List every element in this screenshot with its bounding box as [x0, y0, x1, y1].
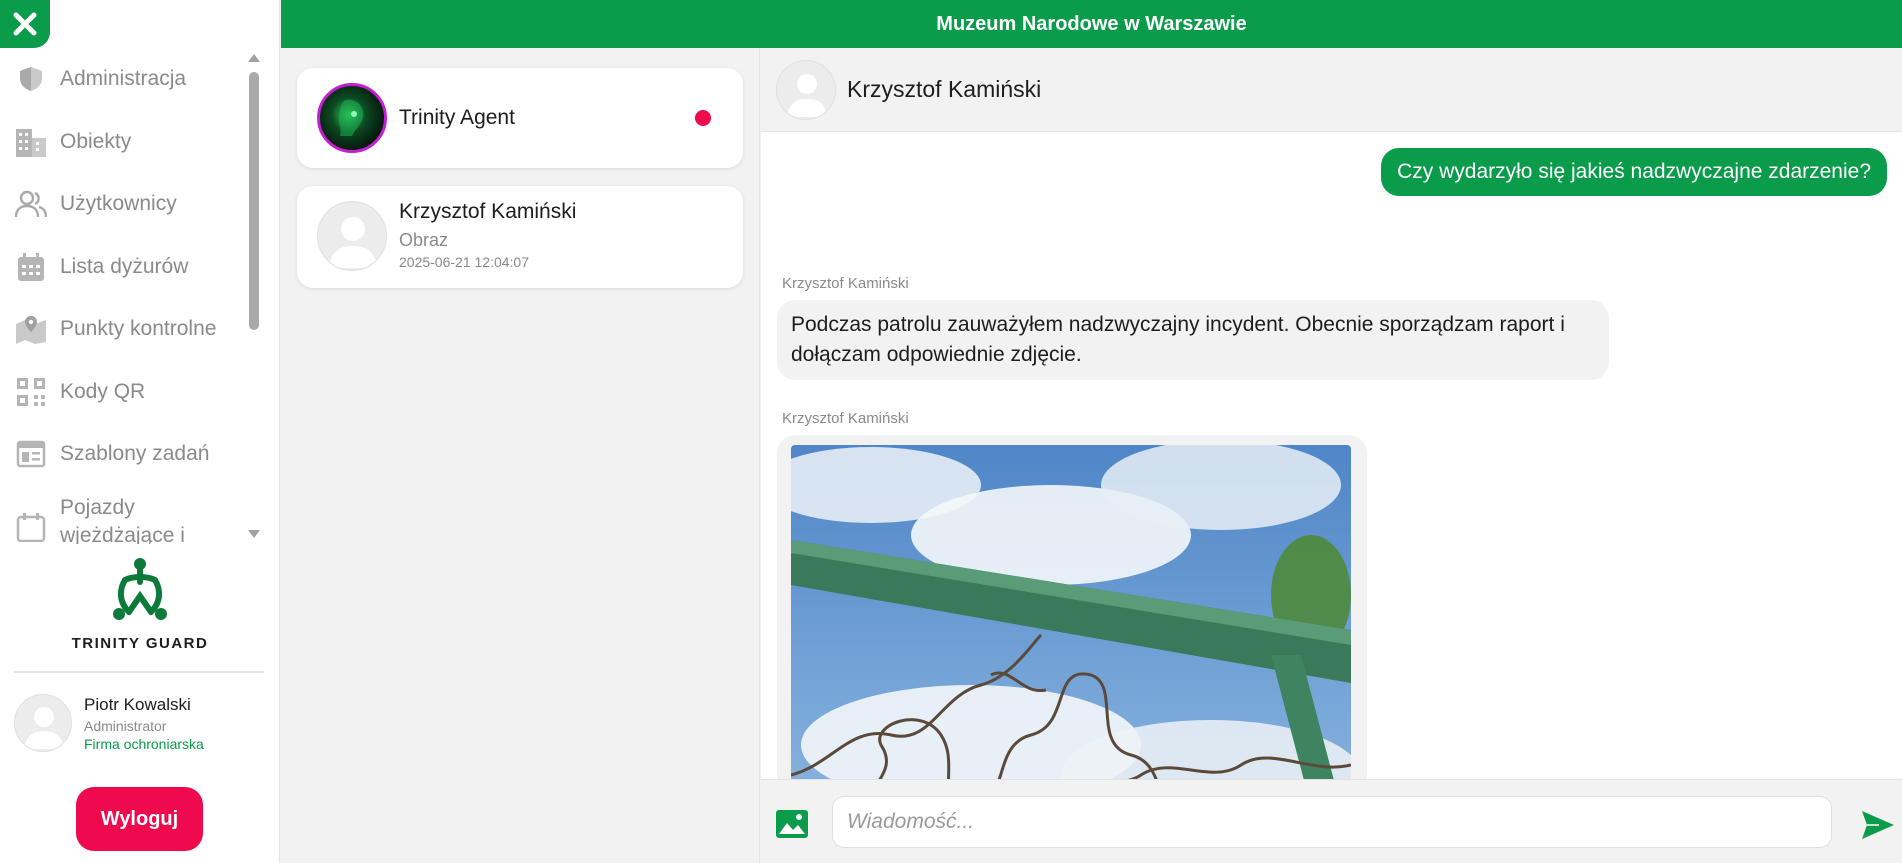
- conversation-timestamp: 2025-06-21 12:04:07: [399, 254, 529, 270]
- building-icon: [14, 125, 48, 159]
- message-list: Czy wydarzyło się jakieś nadzwyczajne zd…: [761, 133, 1902, 779]
- image-icon: [776, 810, 808, 838]
- template-icon: [14, 437, 48, 471]
- sidebar-item-administracja[interactable]: Administracja: [0, 48, 264, 111]
- unread-indicator: [695, 110, 711, 126]
- scroll-down-arrow-icon[interactable]: [248, 530, 260, 538]
- user-placeholder-icon: [329, 217, 377, 268]
- sidebar-scrollbar[interactable]: [246, 52, 262, 544]
- incoming-message: Podczas patrolu zauważyłem nadzwyczajny …: [777, 300, 1609, 380]
- conversation-list: Trinity Agent Krzysztof Kamiński Obraz 2…: [281, 48, 760, 863]
- sidebar-item-szablony-zadan[interactable]: Szablony zadań: [0, 423, 264, 486]
- sidebar-item-label: Punkty kontrolne: [60, 317, 217, 341]
- page-title: Muzeum Narodowe w Warszawie: [936, 12, 1247, 35]
- current-user: Piotr Kowalski Administrator Firma ochro…: [14, 694, 204, 752]
- photo-fence-image: [791, 445, 1351, 779]
- chat-header: Krzysztof Kamiński: [761, 48, 1902, 132]
- conversation-item-trinity-agent[interactable]: Trinity Agent: [297, 68, 743, 168]
- attached-photo[interactable]: [791, 445, 1351, 779]
- users-icon: [14, 187, 48, 221]
- top-bar: Muzeum Narodowe w Warszawie: [281, 0, 1902, 48]
- send-icon: [1862, 811, 1894, 839]
- vehicle-calendar-icon: [14, 510, 48, 544]
- message-composer: [761, 779, 1902, 863]
- trinity-guard-logo: [113, 558, 167, 620]
- sidebar: Administracja Obiekty Użytkownicy Lista …: [0, 0, 280, 863]
- chat-panel: Krzysztof Kamiński Czy wydarzyło się jak…: [761, 48, 1902, 863]
- logout-button[interactable]: Wyloguj: [76, 787, 203, 851]
- close-icon: [13, 12, 37, 36]
- sidebar-item-punkty-kontrolne[interactable]: Punkty kontrolne: [0, 298, 264, 361]
- conversation-last-message: Obraz: [399, 230, 449, 250]
- sidebar-item-pojazdy[interactable]: Pojazdy wjeżdżające i: [0, 486, 264, 545]
- user-placeholder-icon: [787, 74, 827, 117]
- sidebar-item-label: Lista dyżurów: [60, 254, 189, 278]
- sidebar-item-label: Obiekty: [60, 129, 132, 153]
- qr-code-icon: [14, 375, 48, 409]
- sidebar-item-label: Użytkownicy: [60, 192, 177, 216]
- sidebar-item-label: Szablony zadań: [60, 442, 210, 466]
- conversation-item-krzysztof[interactable]: Krzysztof Kamiński Obraz 2025-06-21 12:0…: [297, 186, 743, 288]
- sidebar-item-obiekty[interactable]: Obiekty: [0, 111, 264, 174]
- message-sender: Krzysztof Kamiński: [782, 275, 909, 292]
- scroll-up-arrow-icon[interactable]: [248, 54, 260, 62]
- map-pin-icon: [14, 312, 48, 346]
- avatar: [317, 201, 387, 271]
- user-name: Piotr Kowalski: [84, 695, 191, 714]
- avatar: [776, 60, 836, 120]
- message-sender: Krzysztof Kamiński: [782, 410, 909, 427]
- send-button[interactable]: [1861, 810, 1895, 840]
- user-role: Administrator: [84, 718, 167, 734]
- shield-icon: [14, 62, 48, 96]
- conversation-name: Krzysztof Kamiński: [399, 200, 577, 223]
- scrollbar-thumb[interactable]: [249, 72, 259, 330]
- agent-avatar: [317, 83, 387, 153]
- sidebar-item-label: Administracja: [60, 67, 187, 91]
- sidebar-item-kody-qr[interactable]: Kody QR: [0, 361, 264, 424]
- image-message[interactable]: [777, 435, 1367, 779]
- divider: [14, 671, 264, 673]
- attach-image-button[interactable]: [775, 809, 809, 839]
- conversation-title: Trinity Agent: [399, 106, 515, 129]
- brand: TRINITY GUARD: [0, 556, 280, 652]
- agent-face-icon: [338, 99, 364, 136]
- brand-name: TRINITY GUARD: [71, 635, 209, 652]
- outgoing-message: Czy wydarzyło się jakieś nadzwyczajne zd…: [1381, 148, 1887, 196]
- avatar: [14, 694, 72, 752]
- close-menu-button[interactable]: [0, 0, 50, 48]
- message-input[interactable]: [832, 796, 1832, 848]
- sidebar-item-uzytkownicy[interactable]: Użytkownicy: [0, 173, 264, 236]
- user-company: Firma ochroniarska: [84, 736, 204, 752]
- user-placeholder-icon: [24, 707, 64, 749]
- sidebar-item-lista-dyzurow[interactable]: Lista dyżurów: [0, 236, 264, 299]
- sidebar-item-label: Kody QR: [60, 379, 146, 403]
- chat-contact-name: Krzysztof Kamiński: [847, 76, 1042, 102]
- calendar-icon: [14, 250, 48, 284]
- sidebar-menu: Administracja Obiekty Użytkownicy Lista …: [0, 48, 264, 544]
- sidebar-item-label: Pojazdy wjeżdżające i: [60, 495, 185, 545]
